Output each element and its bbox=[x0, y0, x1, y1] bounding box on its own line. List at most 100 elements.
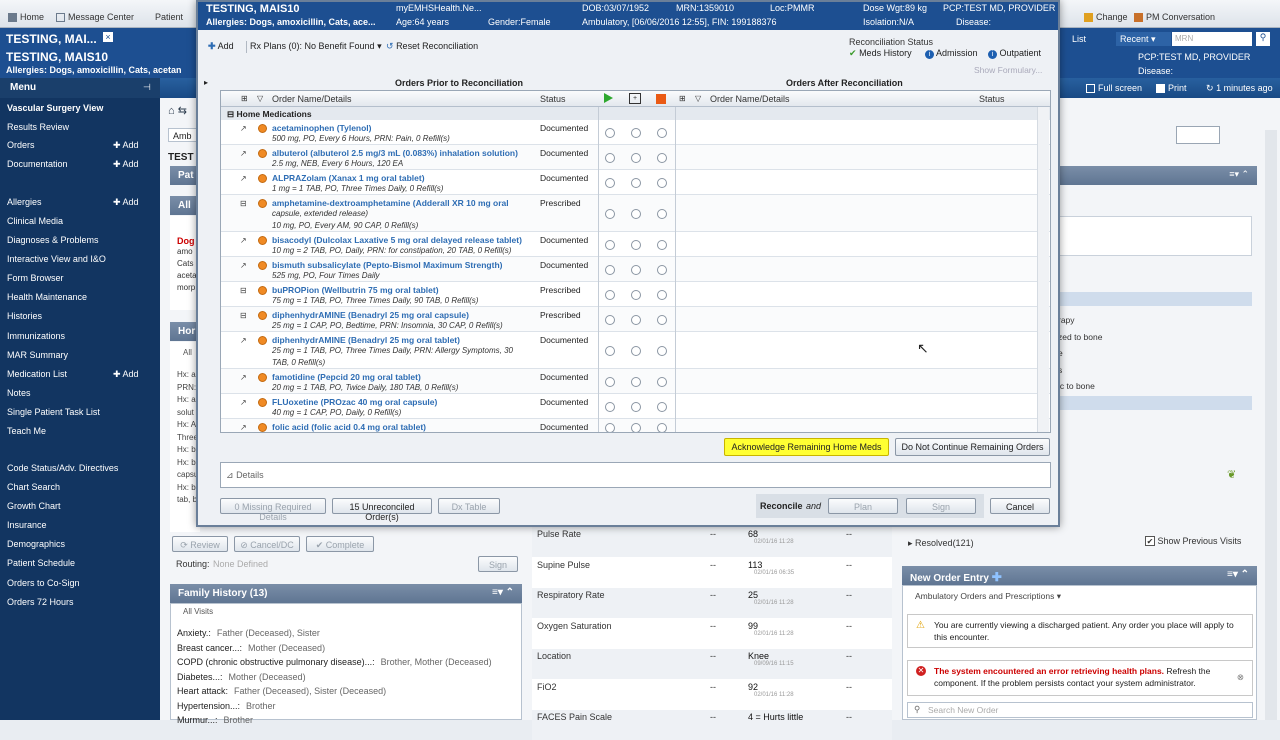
review-button[interactable]: ⟳ Review bbox=[172, 536, 228, 552]
continue-radio[interactable] bbox=[605, 315, 615, 325]
search-icon[interactable]: ⚲ bbox=[1256, 32, 1270, 46]
menu-item[interactable]: Orders bbox=[7, 140, 35, 150]
order-row[interactable]: ↗ bisacodyl (Dulcolax Laxative 5 mg oral … bbox=[221, 232, 1050, 257]
menu-item[interactable]: Insurance bbox=[7, 520, 47, 530]
table-scrollbar[interactable] bbox=[1037, 107, 1049, 432]
menu-item[interactable]: Single Patient Task List bbox=[7, 407, 100, 417]
prescription-icon[interactable]: ⊟ bbox=[240, 199, 252, 208]
mrn-search-input[interactable]: MRN bbox=[1172, 32, 1252, 46]
pin-icon[interactable]: ⊣ bbox=[143, 82, 151, 93]
column-chooser-icon-2[interactable]: ⊞ bbox=[679, 94, 686, 103]
menu-item[interactable]: MAR Summary bbox=[7, 350, 68, 360]
menu-add-button[interactable]: ✚ Add bbox=[113, 369, 139, 380]
col-order-name[interactable]: Order Name/Details bbox=[272, 94, 352, 104]
drag-handle-icon[interactable]: ↗ bbox=[240, 149, 252, 158]
modify-radio[interactable] bbox=[631, 265, 641, 275]
modify-radio[interactable] bbox=[631, 346, 641, 356]
column-chooser-icon[interactable]: ⊞ bbox=[241, 94, 248, 103]
prescription-icon[interactable]: ⊟ bbox=[240, 311, 252, 320]
discontinue-radio[interactable] bbox=[657, 315, 667, 325]
order-row[interactable]: ↗ acetaminophen (Tylenol) 500 mg, PO, Ever… bbox=[221, 120, 1050, 145]
menu-item[interactable]: Form Browser bbox=[7, 273, 64, 283]
menu-item[interactable]: Patient Schedule bbox=[7, 558, 75, 568]
order-name[interactable]: ALPRAZolam (Xanax 1 mg oral tablet) bbox=[272, 173, 425, 183]
menu-add-button[interactable]: ✚ Add bbox=[113, 140, 139, 151]
order-name[interactable]: folic acid (folic acid 0.4 mg oral table… bbox=[272, 422, 426, 432]
patient-button[interactable]: Patient bbox=[155, 12, 183, 22]
patient-tab-name[interactable]: TESTING, MAI... bbox=[6, 32, 97, 46]
continue-radio[interactable] bbox=[605, 265, 615, 275]
order-name[interactable]: albuterol (albuterol 2.5 mg/3 mL (0.083%… bbox=[272, 148, 518, 158]
menu-item[interactable]: Medication List bbox=[7, 369, 67, 379]
menu-add-button[interactable]: ✚ Add bbox=[113, 159, 139, 170]
drag-handle-icon[interactable]: ↗ bbox=[240, 261, 252, 270]
discontinue-radio[interactable] bbox=[657, 423, 667, 432]
drag-handle-icon[interactable]: ↗ bbox=[240, 423, 252, 432]
rx-plans-dropdown[interactable]: Rx Plans (0): No Benefit Found ▾ bbox=[250, 41, 382, 52]
missing-details-button[interactable]: 0 Missing Required Details bbox=[220, 498, 326, 522]
scrollbar[interactable] bbox=[1265, 130, 1277, 720]
order-row[interactable]: ↗ ALPRAZolam (Xanax 1 mg oral tablet) 1 mg… bbox=[221, 170, 1050, 195]
show-previous-visits-checkbox[interactable]: ✔ Show Previous Visits bbox=[1145, 536, 1241, 546]
print-button[interactable]: Print bbox=[1156, 83, 1187, 94]
add-order-icon[interactable]: ✚ bbox=[992, 570, 1002, 584]
continue-radio[interactable] bbox=[605, 402, 615, 412]
order-name[interactable]: famotidine (Pepcid 20 mg oral tablet) bbox=[272, 372, 421, 382]
discontinue-radio[interactable] bbox=[657, 178, 667, 188]
menu-item[interactable]: Clinical Media bbox=[7, 216, 63, 226]
menu-item[interactable]: Vascular Surgery View bbox=[7, 103, 103, 113]
order-name[interactable]: diphenhydrAMINE (Benadryl 25 mg oral tab… bbox=[272, 335, 460, 345]
continue-radio[interactable] bbox=[605, 153, 615, 163]
close-tab-icon[interactable]: × bbox=[103, 32, 113, 42]
col-order-name-after[interactable]: Order Name/Details bbox=[710, 94, 790, 104]
menu-item[interactable]: Orders 72 Hours bbox=[7, 597, 74, 607]
nav-icons[interactable]: ⌂ ⇆ bbox=[168, 104, 196, 122]
order-name[interactable]: diphenhydrAMINE (Benadryl 25 mg oral cap… bbox=[272, 310, 469, 320]
do-not-continue-button[interactable]: Do Not Continue Remaining Orders bbox=[895, 438, 1050, 456]
resolved-section[interactable]: ▸ Resolved(121) bbox=[908, 538, 974, 549]
drag-handle-icon[interactable]: ↗ bbox=[240, 124, 252, 133]
continue-radio[interactable] bbox=[605, 209, 615, 219]
order-row[interactable]: ⊟ diphenhydrAMINE (Benadryl 25 mg oral ca… bbox=[221, 307, 1050, 332]
order-folder-dropdown[interactable]: Ambulatory Orders and Prescriptions ▾ bbox=[915, 591, 1061, 602]
sign-button[interactable]: Sign bbox=[906, 498, 976, 514]
discontinue-radio[interactable] bbox=[657, 153, 667, 163]
order-name[interactable]: bismuth subsalicylate (Pepto-Bismol Maxi… bbox=[272, 260, 502, 270]
continue-radio[interactable] bbox=[605, 377, 615, 387]
discontinue-radio[interactable] bbox=[657, 209, 667, 219]
menu-item[interactable]: Documentation bbox=[7, 159, 68, 169]
order-name[interactable]: FLUoxetine (PROzac 40 mg oral capsule) bbox=[272, 397, 437, 407]
discontinue-radio[interactable] bbox=[657, 346, 667, 356]
discontinue-radio[interactable] bbox=[657, 377, 667, 387]
menu-item[interactable]: Demographics bbox=[7, 539, 65, 549]
reset-reconciliation-button[interactable]: ↺ Reset Reconciliation bbox=[386, 41, 478, 52]
continue-radio[interactable] bbox=[605, 346, 615, 356]
modify-radio[interactable] bbox=[631, 209, 641, 219]
menu-item[interactable]: Histories bbox=[7, 311, 42, 321]
change-button[interactable]: Change bbox=[1084, 12, 1128, 23]
col-status[interactable]: Status bbox=[540, 94, 566, 104]
menu-item[interactable]: Results Review bbox=[7, 122, 69, 132]
order-row[interactable]: ↗ folic acid (folic acid 0.4 mg oral tabl… bbox=[221, 419, 1050, 432]
menu-item[interactable]: Orders to Co-Sign bbox=[7, 578, 80, 588]
order-row[interactable]: ⊟ amphetamine-dextroamphetamine (Adderall… bbox=[221, 195, 1050, 232]
col-status-after[interactable]: Status bbox=[979, 94, 1005, 104]
view-dropdown[interactable] bbox=[1176, 126, 1220, 144]
discontinue-radio[interactable] bbox=[657, 240, 667, 250]
add-button[interactable]: ✚ Add bbox=[208, 41, 234, 52]
order-row[interactable]: ↗ famotidine (Pepcid 20 mg oral tablet) 20… bbox=[221, 369, 1050, 394]
modify-radio[interactable] bbox=[631, 377, 641, 387]
home-medications-group[interactable]: ⊟ Home Medications bbox=[221, 107, 1050, 120]
modify-radio[interactable] bbox=[631, 290, 641, 300]
message-center-button[interactable]: Message Center bbox=[56, 12, 134, 23]
modify-radio[interactable] bbox=[631, 402, 641, 412]
continue-radio[interactable] bbox=[605, 128, 615, 138]
order-name[interactable]: bisacodyl (Dulcolax Laxative 5 mg oral d… bbox=[272, 235, 522, 245]
dx-table-button[interactable]: Dx Table bbox=[438, 498, 500, 514]
drag-handle-icon[interactable]: ↗ bbox=[240, 236, 252, 245]
routing-sign-button[interactable]: Sign bbox=[478, 556, 518, 572]
modify-radio[interactable] bbox=[631, 423, 641, 432]
pm-conversation-button[interactable]: PM Conversation bbox=[1134, 12, 1215, 23]
panel-menu-icon[interactable]: ≡▾ ⌃ bbox=[492, 587, 514, 598]
continue-radio[interactable] bbox=[605, 178, 615, 188]
